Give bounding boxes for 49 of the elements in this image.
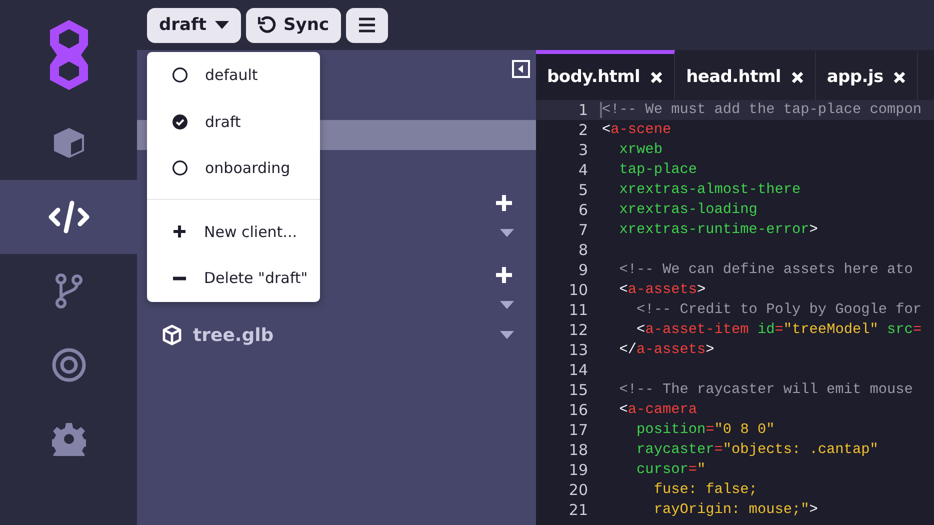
code-line: xrextras-almost-there <box>618 182 801 198</box>
client-dropdown[interactable]: draft <box>147 8 241 42</box>
line-number: 15 <box>568 381 588 399</box>
line-number: 4 <box>577 161 588 179</box>
line-number: 9 <box>577 261 588 279</box>
new-client-option[interactable]: New client... <box>147 208 320 255</box>
code-line: position="0 8 0" <box>636 422 775 438</box>
code-line: <!-- We must add the tap-place compon <box>600 102 922 118</box>
client-option[interactable]: onboarding <box>147 145 320 192</box>
sync-button[interactable]: Sync <box>246 8 342 42</box>
code-line: <a-asset-item id="treeModel" src= <box>636 322 922 338</box>
file-tab[interactable]: body.html <box>536 50 676 100</box>
client-option[interactable]: default <box>147 52 320 98</box>
code-line: <a-assets> <box>618 282 706 298</box>
code-line: raycaster="objects: .cantap" <box>636 442 878 458</box>
code-line: cursor=" <box>636 462 706 478</box>
code-line: <a-scene <box>601 122 672 138</box>
line-number: 20 <box>568 481 588 499</box>
code-line: <!-- Credit to Poly by Google for <box>636 302 922 318</box>
line-number: 19 <box>568 461 588 479</box>
line-number: 6 <box>577 201 588 219</box>
code-line: xrweb <box>618 142 662 158</box>
line-number: 21 <box>568 501 588 519</box>
code-line: <a-camera <box>618 402 698 418</box>
code-line: <!-- The raycaster will emit mouse <box>618 382 913 398</box>
code-line: fuse: false; <box>652 482 758 498</box>
line-number: 5 <box>577 181 588 199</box>
line-number: 13 <box>568 341 588 359</box>
code-line: rayOrigin: mouse;"> <box>652 502 818 518</box>
code-line: xrextras-loading <box>618 202 758 218</box>
line-number: 2 <box>577 121 588 139</box>
line-number: 18 <box>568 441 588 459</box>
line-number: 12 <box>568 321 588 339</box>
line-number: 16 <box>568 401 588 419</box>
line-number: 3 <box>577 141 588 159</box>
client-option[interactable]: draft <box>147 98 320 145</box>
line-number: 14 <box>568 361 588 379</box>
code-line: <!-- We can define assets here ato <box>618 262 913 278</box>
code-line: </a-assets> <box>618 342 714 358</box>
line-number: 10 <box>568 281 588 299</box>
delete-client-option[interactable]: Delete "draft" <box>147 255 320 302</box>
line-number: 11 <box>568 301 588 319</box>
line-number: 1 <box>577 101 588 119</box>
line-number: 7 <box>577 221 588 239</box>
line-number: 17 <box>568 421 588 439</box>
code-line: tap-place <box>618 162 697 178</box>
file-row[interactable]: tree.glb <box>137 320 536 350</box>
code-line: xrextras-runtime-error> <box>618 222 818 238</box>
line-number: 8 <box>577 241 588 259</box>
